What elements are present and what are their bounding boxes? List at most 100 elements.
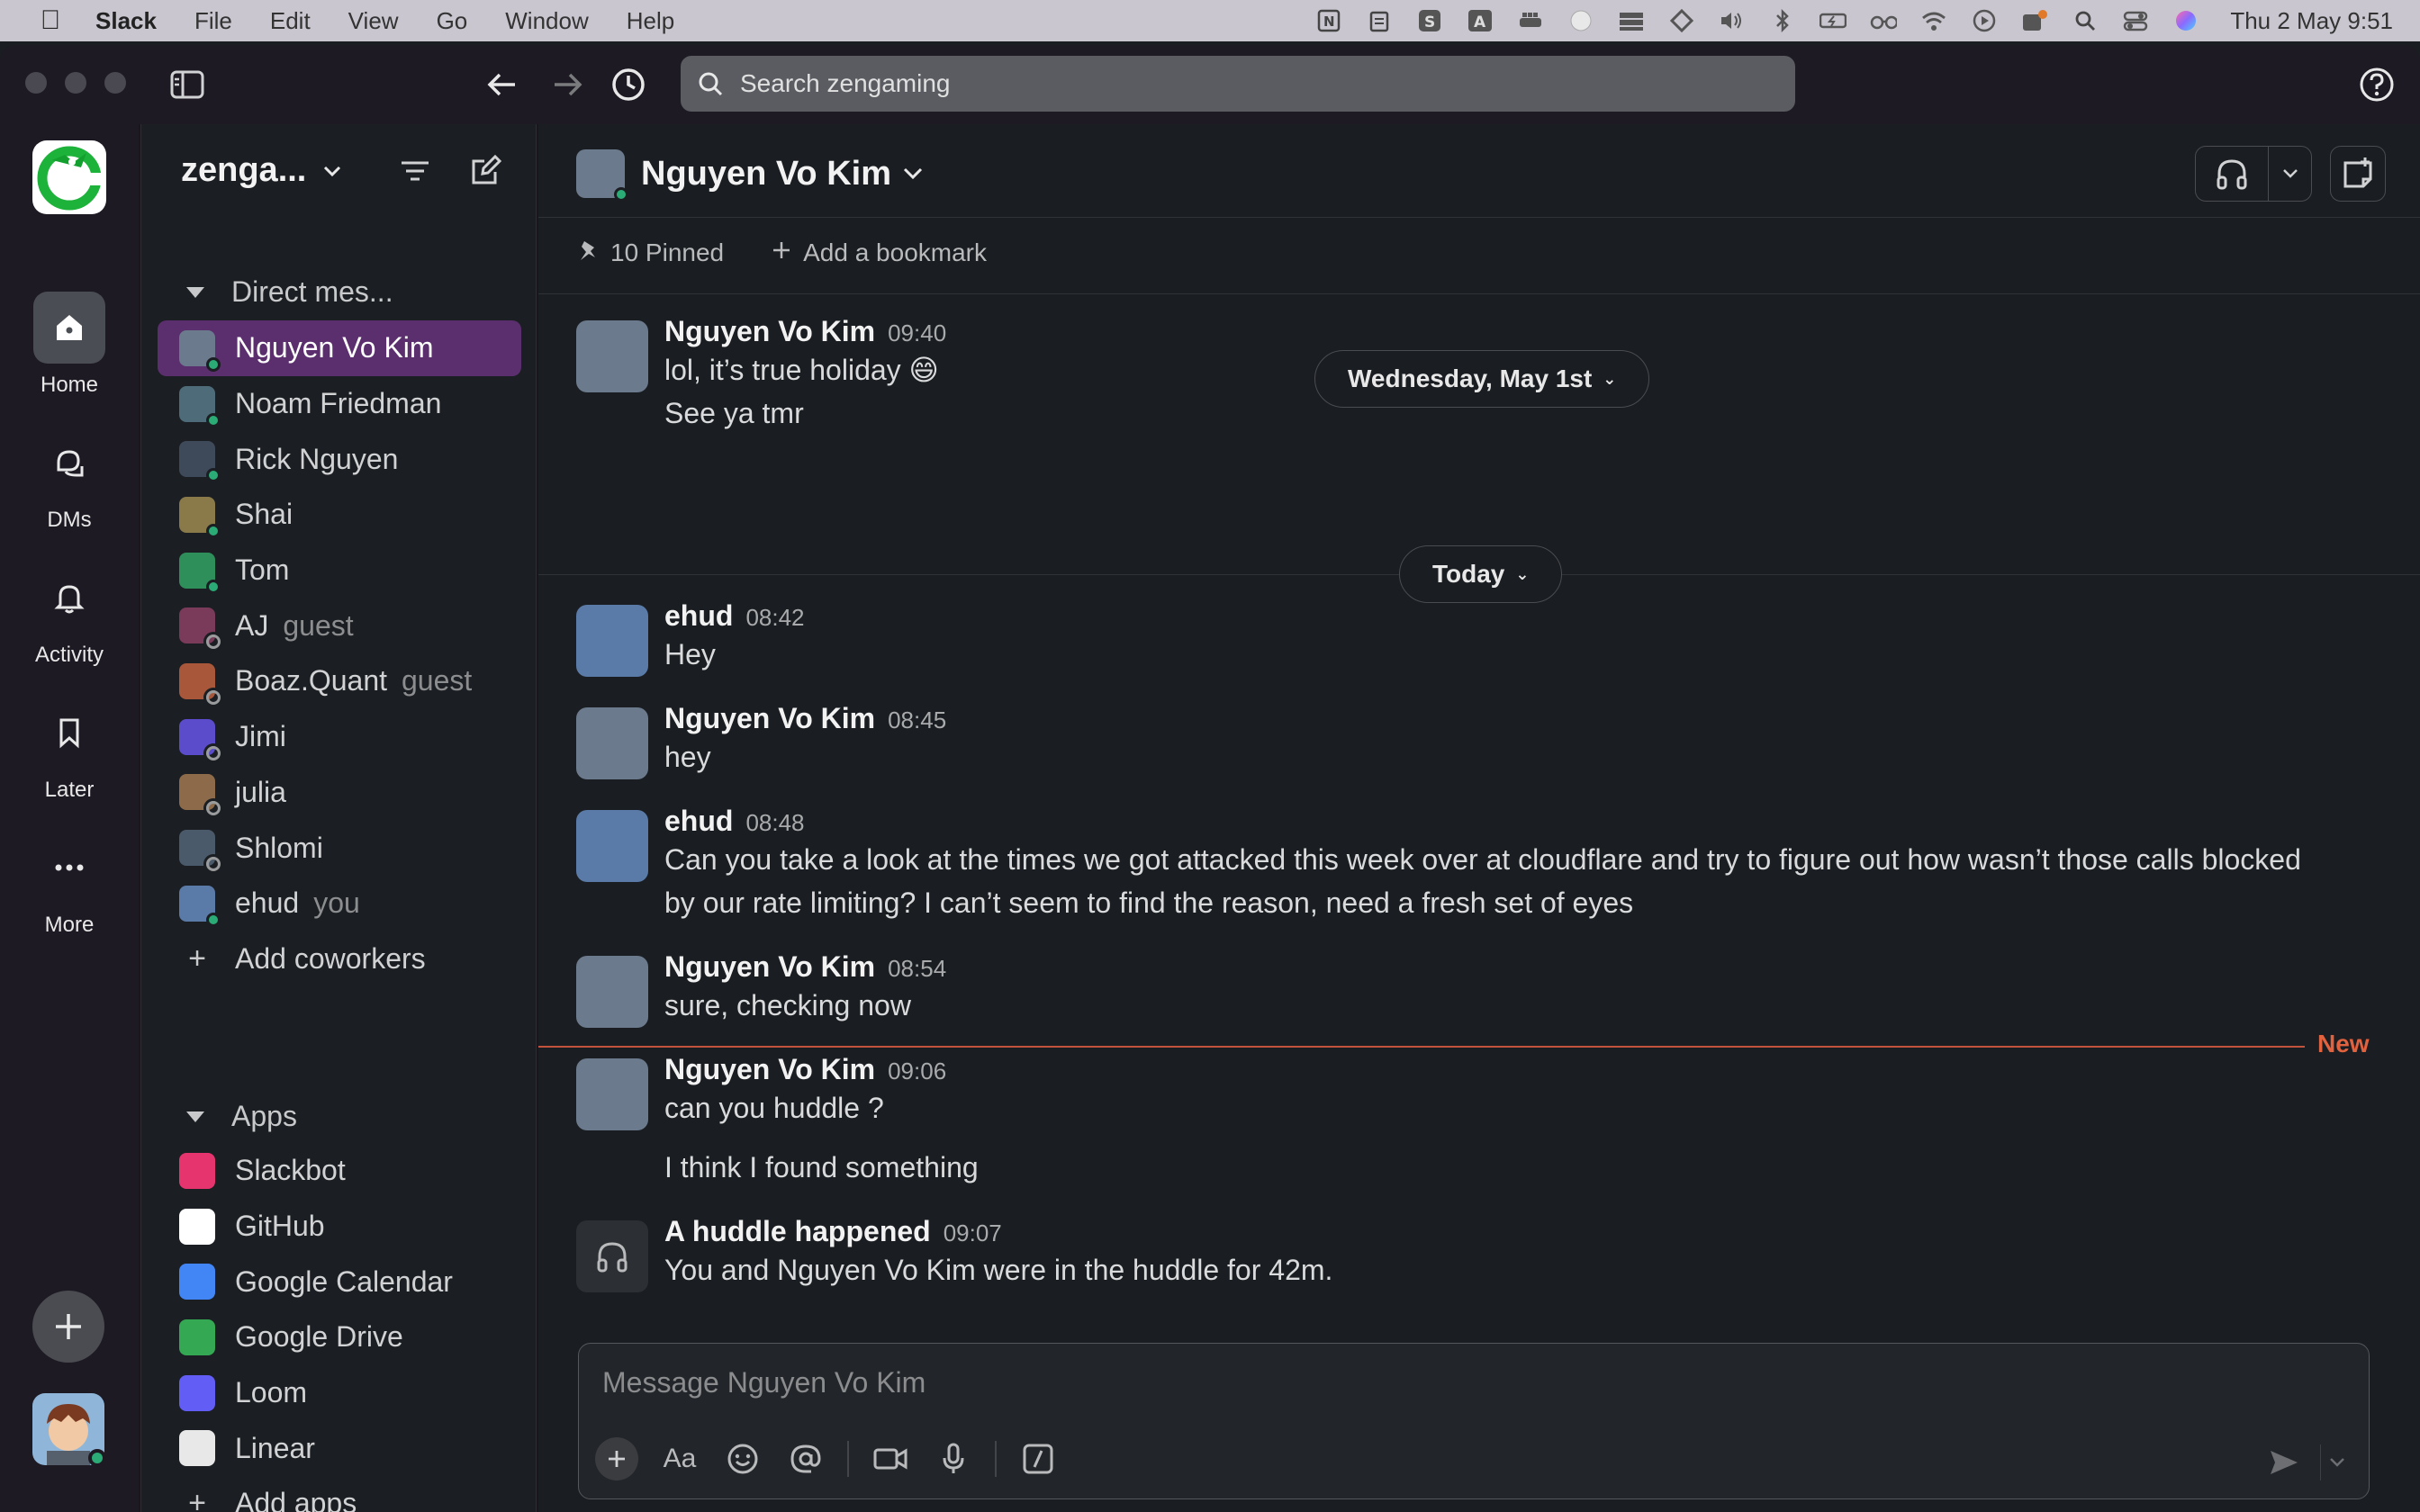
dm-item[interactable]: Boaz.Quant guest bbox=[158, 653, 521, 709]
message-input[interactable] bbox=[602, 1360, 2313, 1405]
control-center-icon[interactable] bbox=[2122, 7, 2149, 34]
filter-icon[interactable] bbox=[395, 151, 435, 191]
message-author[interactable]: Nguyen Vo Kim bbox=[664, 702, 875, 734]
spotlight-search-icon[interactable] bbox=[2072, 7, 2099, 34]
search-bar[interactable]: Search zengaming bbox=[681, 56, 1795, 112]
chevron-down-icon[interactable] bbox=[2320, 1444, 2352, 1480]
rail-dms[interactable]: DMs bbox=[0, 427, 139, 533]
app-item-github[interactable]: GitHub bbox=[158, 1199, 521, 1255]
glasses-icon[interactable] bbox=[1870, 7, 1898, 34]
add-bookmark-button[interactable]: Add a bookmark bbox=[803, 238, 987, 267]
avatar[interactable] bbox=[576, 956, 648, 1028]
avatar[interactable] bbox=[576, 810, 648, 882]
menu-view[interactable]: View bbox=[348, 7, 399, 35]
rail-home[interactable]: Home bbox=[0, 292, 139, 398]
bluetooth-icon[interactable] bbox=[1769, 7, 1796, 34]
rail-more[interactable]: More bbox=[0, 832, 139, 938]
zoom-window-button[interactable] bbox=[104, 72, 126, 94]
stack-icon[interactable] bbox=[1618, 7, 1645, 34]
send-icon[interactable] bbox=[2262, 1441, 2306, 1484]
message-timestamp[interactable]: 08:54 bbox=[888, 955, 946, 982]
avatar[interactable] bbox=[576, 320, 648, 392]
huddle-button[interactable] bbox=[2195, 146, 2312, 202]
menu-app-name[interactable]: Slack bbox=[95, 7, 157, 35]
message-author[interactable]: Nguyen Vo Kim bbox=[664, 315, 875, 347]
notion-icon[interactable]: N bbox=[1315, 7, 1342, 34]
app-item-slackbot[interactable]: Slackbot bbox=[158, 1143, 521, 1199]
history-clock-icon[interactable] bbox=[609, 65, 648, 104]
app-item-linear[interactable]: Linear bbox=[158, 1420, 521, 1476]
sidebar-toggle-icon[interactable] bbox=[167, 65, 207, 104]
dm-item[interactable]: Jimi bbox=[158, 709, 521, 765]
apple-icon[interactable]:  bbox=[36, 5, 65, 36]
dm-item[interactable]: Shai bbox=[158, 487, 521, 543]
menu-window[interactable]: Window bbox=[505, 7, 588, 35]
rail-activity[interactable]: Activity bbox=[0, 562, 139, 668]
volume-icon[interactable] bbox=[1719, 7, 1746, 34]
avatar[interactable] bbox=[576, 1058, 648, 1130]
dm-item[interactable]: Nguyen Vo Kim bbox=[158, 320, 521, 376]
message-timestamp[interactable]: 08:42 bbox=[745, 604, 804, 631]
dm-item[interactable]: julia bbox=[158, 765, 521, 821]
dm-section-header[interactable]: Direct mes... bbox=[186, 275, 393, 309]
microphone-icon[interactable] bbox=[932, 1437, 975, 1480]
add-apps-button[interactable]: + Add apps bbox=[158, 1476, 521, 1512]
date-divider-today-button[interactable]: Today ⌄ bbox=[1399, 545, 1563, 603]
shortcuts-slash-icon[interactable] bbox=[1016, 1437, 1060, 1480]
menu-edit[interactable]: Edit bbox=[270, 7, 311, 35]
play-circle-icon[interactable] bbox=[1971, 7, 1998, 34]
attach-plus-icon[interactable] bbox=[595, 1437, 638, 1480]
dm-item[interactable]: Tom bbox=[158, 543, 521, 598]
s-app-icon[interactable]: S bbox=[1416, 7, 1443, 34]
dm-item[interactable]: Shlomi bbox=[158, 820, 521, 876]
wifi-icon[interactable] bbox=[1920, 7, 1947, 34]
app-item-google-calendar[interactable]: Google Calendar bbox=[158, 1254, 521, 1310]
avatar[interactable] bbox=[576, 707, 648, 779]
message-author[interactable]: ehud bbox=[664, 805, 733, 837]
app-item-loom[interactable]: Loom bbox=[158, 1365, 521, 1421]
video-icon[interactable] bbox=[869, 1437, 912, 1480]
conversation-title-button[interactable]: Nguyen Vo Kim bbox=[576, 149, 924, 202]
notification-app-icon[interactable] bbox=[2021, 7, 2048, 34]
avatar[interactable] bbox=[576, 605, 648, 677]
canvas-button[interactable] bbox=[2330, 146, 2386, 202]
add-coworkers-button[interactable]: + Add coworkers bbox=[158, 932, 521, 987]
chevron-down-icon[interactable] bbox=[2268, 146, 2311, 202]
battery-icon[interactable] bbox=[1820, 7, 1847, 34]
message-author[interactable]: A huddle happened bbox=[664, 1215, 931, 1247]
dm-item[interactable]: ehud you bbox=[158, 876, 521, 932]
menubar-clock[interactable]: Thu 2 May 9:51 bbox=[2230, 7, 2393, 34]
rail-later[interactable]: Later bbox=[0, 697, 139, 803]
circle-app-icon[interactable] bbox=[1567, 7, 1594, 34]
workspace-logo[interactable] bbox=[32, 140, 106, 214]
message-timestamp[interactable]: 09:07 bbox=[944, 1220, 1002, 1246]
dm-item[interactable]: AJ guest bbox=[158, 598, 521, 653]
siri-icon[interactable] bbox=[2172, 7, 2199, 34]
input-source-icon[interactable]: A bbox=[1467, 7, 1494, 34]
message-timestamp[interactable]: 09:06 bbox=[888, 1058, 946, 1084]
message-timestamp[interactable]: 09:40 bbox=[888, 320, 946, 346]
add-workspace-button[interactable] bbox=[32, 1291, 104, 1363]
pinned-button[interactable]: 10 Pinned bbox=[610, 238, 724, 267]
help-icon[interactable] bbox=[2357, 65, 2397, 104]
emoji-icon[interactable] bbox=[721, 1437, 764, 1480]
forward-arrow-icon[interactable] bbox=[547, 65, 587, 104]
docker-icon[interactable] bbox=[1517, 7, 1544, 34]
dm-item[interactable]: Rick Nguyen bbox=[158, 431, 521, 487]
message-timestamp[interactable]: 08:48 bbox=[745, 809, 804, 836]
clipboard-icon[interactable] bbox=[1366, 7, 1393, 34]
menu-file[interactable]: File bbox=[194, 7, 232, 35]
menu-help[interactable]: Help bbox=[627, 7, 674, 35]
menu-go[interactable]: Go bbox=[437, 7, 468, 35]
message-timestamp[interactable]: 08:45 bbox=[888, 706, 946, 734]
formatting-button[interactable]: Aa bbox=[658, 1437, 701, 1480]
diamond-icon[interactable] bbox=[1668, 7, 1695, 34]
app-item-google-drive[interactable]: Google Drive bbox=[158, 1310, 521, 1365]
compose-icon[interactable] bbox=[465, 151, 505, 191]
close-window-button[interactable] bbox=[25, 72, 47, 94]
message-author[interactable]: ehud bbox=[664, 599, 733, 632]
mention-icon[interactable] bbox=[784, 1437, 827, 1480]
back-arrow-icon[interactable] bbox=[483, 65, 522, 104]
apps-section-header[interactable]: Apps bbox=[186, 1100, 297, 1133]
dm-item[interactable]: Noam Friedman bbox=[158, 376, 521, 432]
